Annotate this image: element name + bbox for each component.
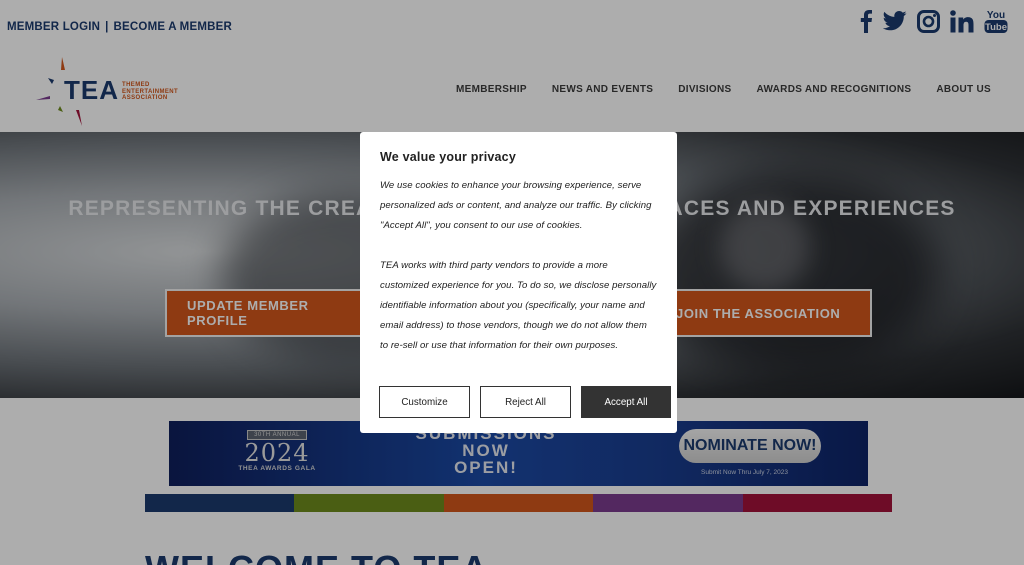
customize-button[interactable]: Customize — [379, 386, 470, 418]
cookie-consent-dialog: We value your privacy We use cookies to … — [360, 132, 677, 433]
reject-all-button[interactable]: Reject All — [480, 386, 571, 418]
accept-all-button[interactable]: Accept All — [581, 386, 671, 418]
cookie-dialog-paragraph: TEA works with third party vendors to pr… — [380, 260, 657, 351]
cookie-dialog-text: We use cookies to enhance your browsing … — [380, 176, 657, 356]
cookie-dialog-title: We value your privacy — [380, 150, 516, 164]
cookie-dialog-buttons: Customize Reject All Accept All — [379, 386, 671, 418]
cookie-dialog-paragraph: We use cookies to enhance your browsing … — [380, 180, 652, 231]
